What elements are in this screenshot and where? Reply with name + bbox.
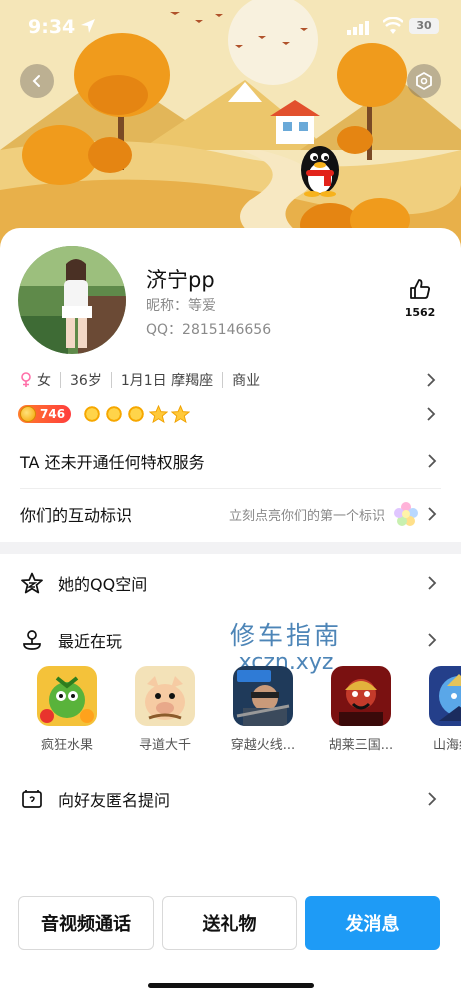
wifi-icon: [382, 16, 404, 39]
game-icon: [429, 666, 461, 726]
status-bar: 9:34 30: [0, 14, 461, 44]
section-separator: [0, 542, 461, 554]
qzone-star-icon: [20, 571, 44, 595]
qzone-row[interactable]: 她的QQ空间: [20, 563, 441, 603]
game-icon: [135, 666, 195, 726]
send-gift-button[interactable]: 送礼物: [162, 896, 297, 950]
thumbs-up-icon: [410, 279, 430, 299]
flower-icon: [394, 502, 418, 526]
game-label: 胡莱三国...: [328, 738, 394, 753]
joystick-icon: [20, 628, 44, 652]
privilege-label: TA 还未开通任何特权服务: [20, 453, 205, 472]
battery-icon: 30: [409, 18, 439, 34]
game-item[interactable]: 穿越火线...: [214, 666, 312, 756]
level-suns: [83, 404, 191, 424]
sun-icon: [105, 404, 124, 423]
game-icon: [233, 666, 293, 726]
question-box-icon: [20, 787, 44, 811]
divider: [60, 372, 61, 388]
game-label: 穿越火线...: [230, 738, 296, 753]
interaction-mark-row[interactable]: 你们的互动标识 立刻点亮你们的第一个标识: [20, 490, 441, 538]
profile-nickname: 昵称：等爱: [146, 298, 216, 314]
divider: [222, 372, 224, 388]
star-icon: [149, 404, 169, 423]
game-label: 疯狂水果: [40, 738, 93, 753]
status-time: 9:34: [28, 16, 76, 38]
gender-label: 女: [37, 373, 51, 389]
profile-info-row[interactable]: 女 36岁 1月1日 摩羯座 商业: [20, 368, 440, 392]
game-icon: [37, 666, 97, 726]
sun-icon: [127, 404, 146, 423]
like-count: 1562: [404, 306, 436, 319]
avatar[interactable]: [18, 246, 126, 354]
location-arrow-icon: [80, 18, 96, 38]
profile-qq-number: QQ：2815146656: [146, 322, 272, 338]
chevron-right-icon: [428, 507, 437, 521]
divider: [20, 488, 441, 489]
female-icon: [21, 372, 31, 387]
chevron-right-icon: [427, 407, 436, 421]
chevron-right-icon: [428, 576, 437, 590]
signal-icon: [347, 20, 369, 39]
anonymous-question-row[interactable]: 向好友匿名提问: [20, 779, 441, 819]
game-label: 寻道大千: [138, 738, 191, 753]
game-icon: [331, 666, 391, 726]
coin-icon: [20, 406, 36, 422]
send-message-button[interactable]: 发消息: [305, 896, 440, 950]
more-options-button[interactable]: [407, 64, 441, 98]
birthday-label: 1月1日 摩羯座: [120, 373, 214, 389]
game-item[interactable]: 寻道大千: [116, 666, 214, 756]
video-call-button[interactable]: 音视频通话: [18, 896, 154, 950]
recent-games-label: 最近在玩: [58, 632, 123, 651]
chevron-right-icon: [428, 454, 437, 468]
home-indicator[interactable]: [148, 983, 314, 988]
game-label: 山海经异: [432, 738, 461, 753]
chevron-left-icon: [32, 75, 40, 87]
like-button[interactable]: 1562: [403, 278, 437, 319]
profile-name: 济宁pp: [146, 268, 215, 292]
sun-icon: [83, 404, 102, 423]
game-item[interactable]: 山海经异: [410, 666, 461, 756]
age-label: 36岁: [70, 373, 102, 389]
industry-label: 商业: [232, 373, 261, 389]
game-item[interactable]: 胡莱三国...: [312, 666, 410, 756]
chevron-right-icon: [428, 633, 437, 647]
level-value: 746: [40, 407, 66, 421]
watermark-cn: 修车指南: [229, 621, 342, 650]
anonymous-question-label: 向好友匿名提问: [58, 791, 171, 810]
game-item[interactable]: 疯狂水果: [18, 666, 116, 756]
chevron-right-icon: [428, 792, 437, 806]
profile-card: 济宁pp 昵称：等爱 QQ：2815146656 1562 女 36岁 1月1日…: [0, 228, 461, 1000]
privilege-row[interactable]: TA 还未开通任何特权服务: [20, 437, 441, 485]
back-button[interactable]: [20, 64, 54, 98]
qq-level-row[interactable]: 746: [18, 402, 442, 426]
divider: [110, 372, 112, 388]
chevron-right-icon: [427, 373, 436, 387]
interaction-hint: 立刻点亮你们的第一个标识: [228, 508, 385, 524]
interaction-label: 你们的互动标识: [20, 506, 133, 525]
star-icon: [171, 404, 191, 423]
qzone-label: 她的QQ空间: [58, 575, 148, 594]
games-list: 疯狂水果 寻道大千 穿越火线... 胡莱三国... 山海经异: [18, 666, 461, 756]
level-badge: 746: [18, 405, 72, 423]
hexagon-icon: [416, 72, 432, 90]
